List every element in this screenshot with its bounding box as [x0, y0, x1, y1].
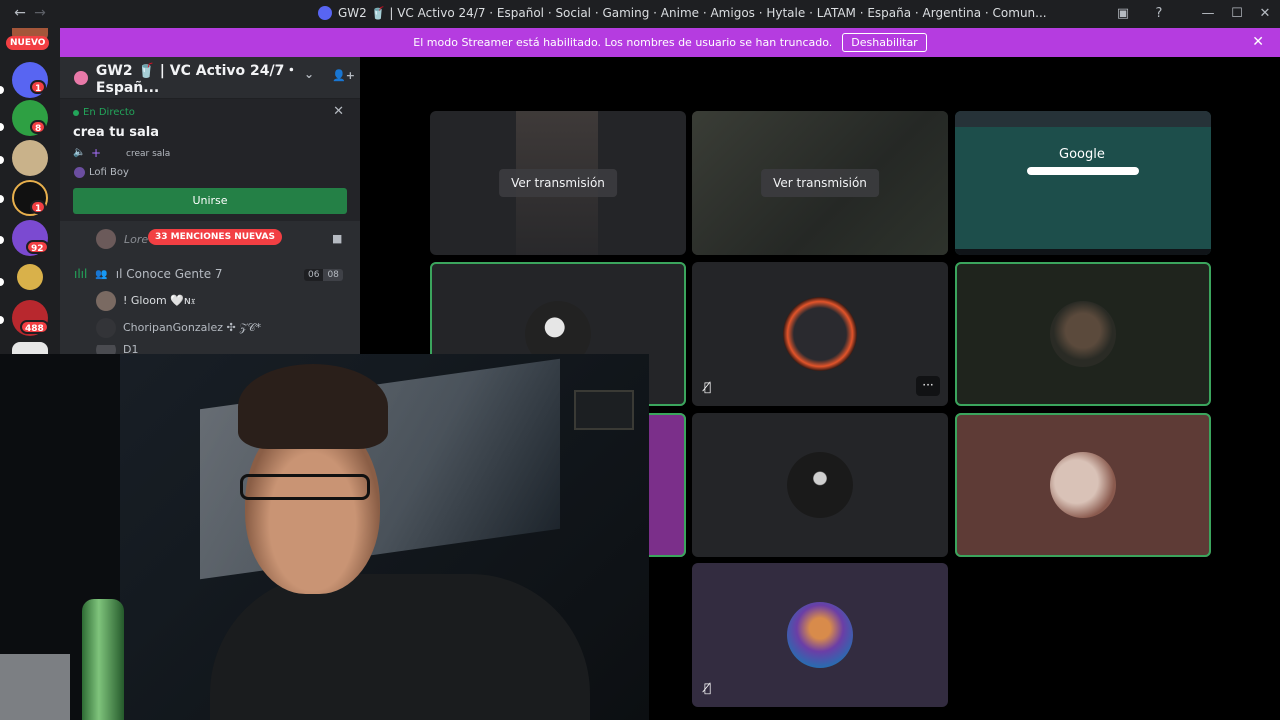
screen-share-tile[interactable]: Google [955, 111, 1211, 255]
help-icon[interactable]: ? [1147, 4, 1171, 24]
maximize-button[interactable]: ☐ [1225, 4, 1249, 24]
muted-mic-icon: 🎙̸ [704, 380, 712, 394]
chevron-down-icon[interactable]: ⌄ [304, 67, 314, 81]
new-mentions-badge[interactable]: 33 MENCIONES NUEVAS [148, 229, 282, 245]
mention-badge: 488 [20, 320, 49, 334]
user-tile[interactable]: 🎙̸ ··· [692, 262, 948, 406]
mention-badge: 1 [30, 80, 47, 94]
watch-stream-button[interactable]: Ver transmisión [761, 169, 879, 197]
user-tile[interactable]: 🎙̸ [692, 563, 948, 707]
mention-badge: 92 [26, 240, 49, 254]
wall-frame [574, 390, 634, 430]
stream-tile[interactable]: Ver transmisión [692, 111, 948, 255]
avatar [787, 452, 853, 518]
member-name: ! Gloom 🤍ɴ𝔵 [123, 294, 196, 307]
streamer-mode-banner: El modo Streamer está habilitado. Los no… [60, 28, 1280, 57]
list-item[interactable]: ChoripanGonzalez ✣ 𝒵𝒞* [60, 318, 360, 338]
minimize-button[interactable]: — [1196, 4, 1220, 24]
invite-icon[interactable]: 👤+ [332, 69, 355, 82]
room-subtitle: crear sala [126, 149, 171, 159]
new-badge[interactable]: NUEVO [6, 36, 50, 50]
member-name: ChoripanGonzalez ✣ 𝒵𝒞* [123, 321, 262, 334]
member-name: Lore [124, 232, 149, 246]
desk-object [0, 654, 70, 720]
banner-message: El modo Streamer está habilitado. Los no… [413, 36, 833, 49]
window-titlebar: ← → GW2 🥤 | VC Activo 24/7 · Español · S… [0, 0, 1280, 28]
server-icon[interactable] [12, 342, 48, 354]
glasses [240, 474, 370, 500]
close-window-button[interactable]: ✕ [1253, 4, 1277, 24]
avatar [787, 602, 853, 668]
join-button[interactable]: Unirse [73, 188, 347, 214]
user-tile[interactable] [955, 413, 1211, 557]
speaker-icon: 🔈 [73, 147, 86, 158]
member-name: D1 [123, 345, 139, 354]
group-icon: 👥 [95, 268, 108, 280]
avatar [96, 318, 116, 338]
avatar [1050, 301, 1116, 367]
person-hair [238, 364, 388, 449]
more-options-button[interactable]: ··· [916, 376, 940, 396]
google-logo: Google [1059, 147, 1105, 162]
camera-icon: ■ [332, 232, 343, 245]
server-name: GW2 🥤 | VC Activo 24/7・Españ... [95, 62, 299, 96]
forward-arrow-icon[interactable]: → [30, 5, 50, 21]
banner-close-icon[interactable]: ✕ [1252, 34, 1264, 50]
list-item[interactable]: D1 [60, 345, 360, 354]
mention-badge: 1 [30, 200, 47, 214]
server-logo-icon [74, 70, 88, 85]
stream-tile[interactable]: Ver transmisión [430, 111, 686, 255]
channel-sidebar: GW2 🥤 | VC Activo 24/7・Españ... ⌄ 👤+ En … [60, 57, 360, 354]
user-count: 06 08 [304, 267, 343, 281]
server-header[interactable]: GW2 🥤 | VC Activo 24/7・Españ... ⌄ 👤+ [60, 57, 360, 99]
list-item[interactable]: ! Gloom 🤍ɴ𝔵 [60, 291, 360, 311]
voice-activity-icon: ılıl [74, 267, 88, 281]
mention-badge: 8 [30, 120, 47, 134]
avatar [96, 229, 116, 249]
avatar [96, 345, 116, 354]
voice-channel-name: ıl Conoce Gente 7 [115, 267, 223, 281]
inbox-icon[interactable]: ▣ [1111, 4, 1135, 24]
person-shirt [210, 574, 590, 720]
discord-logo-icon [318, 6, 332, 20]
back-arrow-icon[interactable]: ← [10, 5, 30, 21]
avatar [96, 291, 116, 311]
plus-icon[interactable]: + [91, 146, 101, 160]
webcam-overlay [0, 354, 649, 720]
close-icon[interactable]: ✕ [333, 104, 344, 119]
server-icon[interactable] [12, 140, 48, 176]
window-title: GW2 🥤 | VC Activo 24/7 · Español · Socia… [318, 6, 1047, 20]
watch-stream-button[interactable]: Ver transmisión [499, 169, 617, 197]
room-title: crea tu sala [73, 125, 159, 140]
room-host: Lofi Boy [74, 167, 129, 178]
server-icon[interactable] [17, 264, 43, 290]
disable-streamer-mode-button[interactable]: Deshabilitar [842, 33, 927, 52]
avatar [1050, 452, 1116, 518]
server-rail: NUEVO 1 8 1 92 488 [0, 28, 60, 354]
window-title-text: GW2 🥤 | VC Activo 24/7 · Español · Socia… [338, 6, 1047, 20]
muted-mic-icon: 🎙̸ [704, 681, 712, 695]
voice-channel[interactable]: ılıl 👥 ıl Conoce Gente 7 06 08 [60, 265, 360, 283]
avatar [783, 297, 857, 371]
search-bar [1027, 167, 1139, 175]
user-tile[interactable] [692, 413, 948, 557]
user-tile[interactable] [955, 262, 1211, 406]
avatar [74, 167, 85, 178]
live-indicator: En Directo [73, 107, 135, 118]
green-bottle [82, 599, 124, 720]
